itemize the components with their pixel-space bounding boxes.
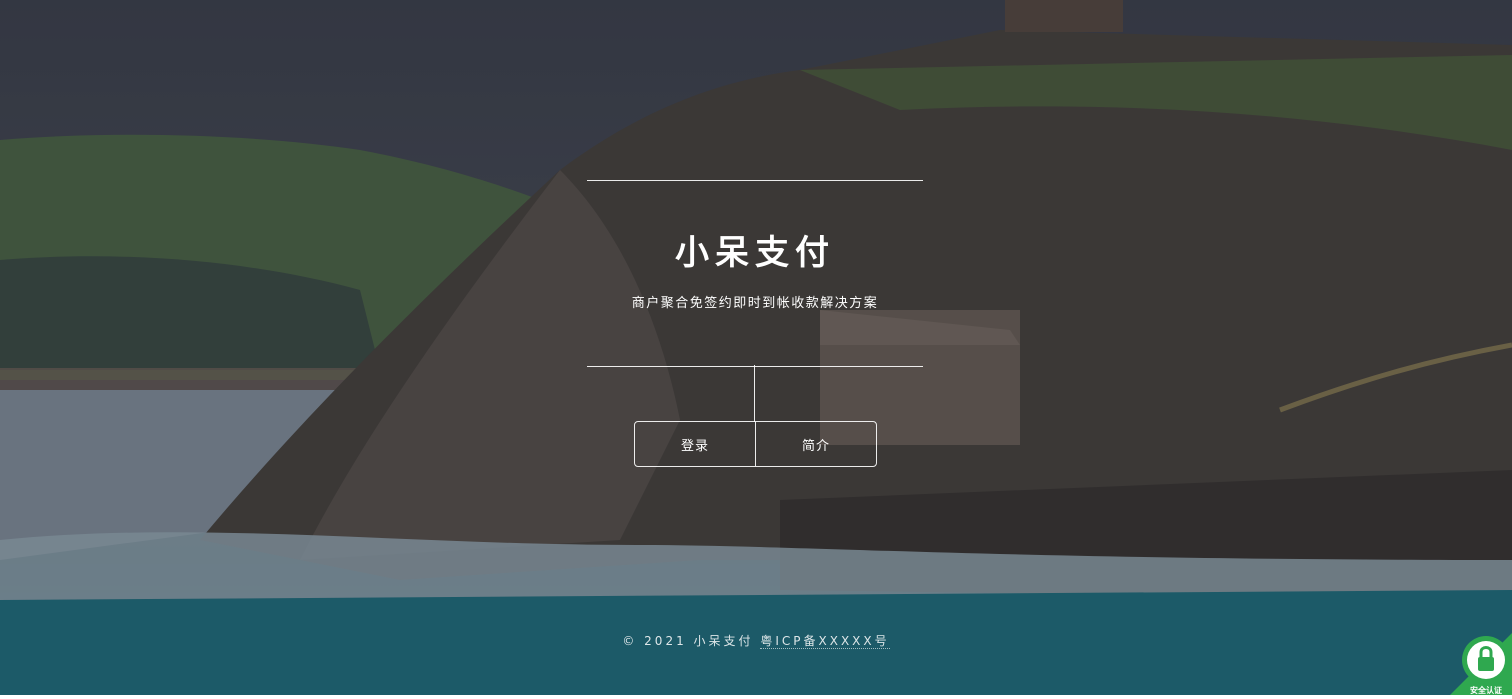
footer: © 2021 小呆支付 粤ICP备XXXXX号 [0,632,1512,649]
login-button[interactable]: 登录 [635,422,755,466]
badge-label: 安全认证 [1470,685,1502,695]
icp-link[interactable]: 粤ICP备XXXXX号 [760,634,889,649]
site-subtitle: 商户聚合免签约即时到帐收款解决方案 [587,295,923,313]
site-title: 小呆支付 [587,233,923,273]
lock-shield-icon: 安全认证 [1450,633,1512,695]
main-nav: 登录 简介 [634,421,877,467]
intro-button[interactable]: 简介 [755,422,876,466]
nav-connector-line [754,365,755,422]
hero-panel: 小呆支付 商户聚合免签约即时到帐收款解决方案 [587,180,923,367]
security-badge[interactable]: 安全认证 [1450,633,1512,695]
copyright-text: © 2021 小呆支付 [622,634,753,648]
